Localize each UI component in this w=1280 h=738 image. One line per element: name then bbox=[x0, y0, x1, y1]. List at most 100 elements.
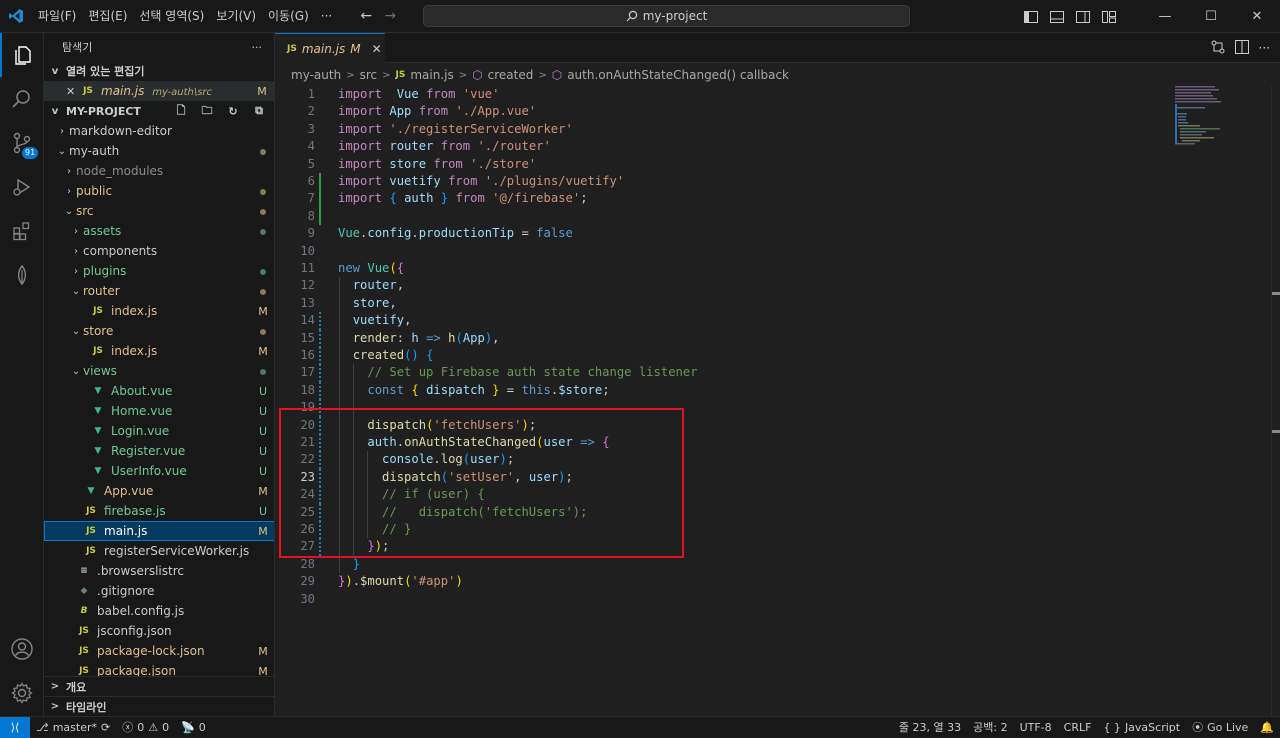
notifications-bell-icon[interactable]: 🔔 bbox=[1254, 721, 1280, 734]
file-item[interactable]: JS jsconfig.json bbox=[44, 621, 274, 641]
code-editor[interactable]: 1 import Vue from 'vue' 2 import App from '… bbox=[275, 86, 1280, 716]
tree-item-label: .gitignore bbox=[97, 584, 155, 598]
toggle-primary-sidebar-icon[interactable] bbox=[1018, 10, 1044, 23]
account-icon[interactable] bbox=[0, 627, 44, 671]
close-window-button[interactable]: ✕ bbox=[1234, 9, 1280, 24]
close-icon[interactable]: ✕ bbox=[372, 42, 382, 56]
menu-item[interactable]: 선택 영역(S) bbox=[133, 0, 210, 33]
command-center[interactable]: my-project bbox=[423, 5, 910, 27]
branch-indicator[interactable]: ⎇ master* ⟳ bbox=[30, 721, 116, 734]
search-icon[interactable] bbox=[0, 77, 44, 121]
breadcrumb-item[interactable]: created bbox=[488, 68, 534, 82]
file-item[interactable]: ▼ Home.vue U bbox=[44, 401, 274, 421]
file-item[interactable]: JS index.js M bbox=[44, 341, 274, 361]
folder-item[interactable]: › node_modules bbox=[44, 161, 274, 181]
collapse-all-icon[interactable]: ⧉ bbox=[248, 104, 270, 118]
ports-indicator[interactable]: 📡 0 bbox=[175, 721, 212, 734]
line-ending[interactable]: CRLF bbox=[1058, 721, 1098, 734]
file-item[interactable]: JS package.json M bbox=[44, 661, 274, 677]
split-editor-icon[interactable] bbox=[1234, 39, 1249, 57]
folder-item[interactable]: › assets bbox=[44, 221, 274, 241]
file-item[interactable]: JS main.js M bbox=[44, 521, 274, 541]
maximize-button[interactable]: ☐ bbox=[1188, 9, 1234, 24]
remote-indicator-icon[interactable]: ⟩⟨ bbox=[0, 716, 30, 738]
language-mode[interactable]: { } JavaScript bbox=[1097, 721, 1186, 734]
refresh-icon[interactable]: ↻ bbox=[222, 105, 244, 118]
close-icon[interactable]: ✕ bbox=[66, 85, 80, 98]
menu-item[interactable]: 파일(F) bbox=[32, 0, 82, 33]
file-item[interactable]: ▼ About.vue U bbox=[44, 381, 274, 401]
modified-dot-icon bbox=[251, 205, 274, 218]
source-control-icon[interactable]: 91 bbox=[0, 121, 44, 165]
outline-header[interactable]: > 개요 bbox=[44, 676, 274, 696]
folder-item[interactable]: ⌄ my-auth bbox=[44, 141, 274, 161]
encoding[interactable]: UTF-8 bbox=[1014, 721, 1058, 734]
breadcrumb-item[interactable]: main.js bbox=[410, 68, 453, 82]
menu-item[interactable]: 편집(E) bbox=[82, 0, 133, 33]
open-editor-item[interactable]: ✕ JS main.js my-auth\src M bbox=[44, 81, 274, 101]
explorer-icon[interactable] bbox=[0, 33, 44, 77]
open-changes-icon[interactable] bbox=[1211, 40, 1225, 57]
toggle-secondary-sidebar-icon[interactable] bbox=[1070, 10, 1096, 23]
git-status: M bbox=[258, 484, 268, 498]
mongodb-leaf-icon[interactable] bbox=[0, 253, 44, 297]
outline-title: 개요 bbox=[66, 680, 87, 694]
customize-layout-icon[interactable] bbox=[1096, 10, 1122, 23]
cursor-position[interactable]: 줄 23, 열 33 bbox=[893, 719, 967, 735]
tab-main-js[interactable]: JS main.js M ✕ bbox=[275, 33, 385, 63]
menu-item[interactable]: 이동(G) bbox=[262, 0, 315, 33]
menu-item[interactable]: 보기(V) bbox=[210, 0, 262, 33]
file-item[interactable]: ▼ UserInfo.vue U bbox=[44, 461, 274, 481]
timeline-header[interactable]: > 타임라인 bbox=[44, 696, 274, 716]
file-item[interactable]: ▼ App.vue M bbox=[44, 481, 274, 501]
breadcrumb-item[interactable]: auth.onAuthStateChanged() callback bbox=[567, 68, 789, 82]
more-actions-icon[interactable]: ··· bbox=[1259, 41, 1270, 55]
project-header[interactable]: v MY-PROJECT 🗋 🗀 ↻ ⧉ bbox=[44, 101, 274, 121]
editor-scrollbar[interactable] bbox=[1270, 86, 1280, 716]
folder-item[interactable]: › markdown-editor bbox=[44, 121, 274, 141]
file-item[interactable]: JS package-lock.json M bbox=[44, 641, 274, 661]
folder-item[interactable]: › plugins bbox=[44, 261, 274, 281]
folder-item[interactable]: ⌄ router bbox=[44, 281, 274, 301]
extensions-icon[interactable] bbox=[0, 209, 44, 253]
line-number: 5 bbox=[307, 156, 315, 171]
new-file-icon[interactable]: 🗋 bbox=[170, 102, 192, 121]
file-item[interactable]: Bbabel.config.js bbox=[44, 601, 274, 621]
back-arrow-icon[interactable]: ← bbox=[354, 8, 378, 24]
forward-arrow-icon[interactable]: → bbox=[378, 8, 402, 24]
explorer-more-icon[interactable]: ··· bbox=[252, 41, 263, 54]
go-live-button[interactable]: ⦿ Go Live bbox=[1186, 719, 1254, 735]
toggle-panel-icon[interactable] bbox=[1044, 10, 1070, 23]
indentation[interactable]: 공백: 2 bbox=[967, 719, 1013, 735]
breadcrumb-item[interactable]: src bbox=[360, 68, 378, 82]
settings-gear-icon[interactable] bbox=[0, 671, 44, 715]
minimize-button[interactable]: — bbox=[1142, 9, 1188, 24]
folder-item[interactable]: ⌄ src bbox=[44, 201, 274, 221]
folder-item[interactable]: › public bbox=[44, 181, 274, 201]
minimap[interactable] bbox=[1175, 86, 1270, 146]
folder-item[interactable]: › components bbox=[44, 241, 274, 261]
new-folder-icon[interactable]: 🗀 bbox=[196, 102, 218, 121]
run-debug-icon[interactable] bbox=[0, 165, 44, 209]
folder-item[interactable]: ⌄ store bbox=[44, 321, 274, 341]
file-item[interactable]: JS firebase.js U bbox=[44, 501, 274, 521]
git-gutter-marker bbox=[319, 207, 321, 226]
code-text: import './registerServiceWorker' bbox=[338, 121, 573, 136]
file-item[interactable]: ▼ Login.vue U bbox=[44, 421, 274, 441]
ports-count: 0 bbox=[198, 720, 206, 734]
file-item[interactable]: JS registerServiceWorker.js bbox=[44, 541, 274, 561]
folder-item[interactable]: ⌄ views bbox=[44, 361, 274, 381]
file-item[interactable]: ▼ Register.vue U bbox=[44, 441, 274, 461]
status-bar: ⟩⟨ ⎇ master* ⟳ ⓧ 0 ⚠ 0 📡 0 줄 23, 열 33 공백… bbox=[0, 716, 1280, 738]
file-item[interactable]: ◆ .gitignore bbox=[44, 581, 274, 601]
chevron-right-icon: › bbox=[74, 245, 78, 257]
tree-item-label: node_modules bbox=[76, 164, 164, 178]
git-status: M bbox=[258, 304, 268, 318]
file-item[interactable]: JS index.js M bbox=[44, 301, 274, 321]
file-item[interactable]: ≡ .browserslistrc bbox=[44, 561, 274, 581]
menu-item[interactable]: ··· bbox=[315, 0, 338, 33]
breadcrumb-item[interactable]: my-auth bbox=[291, 68, 341, 82]
problems-indicator[interactable]: ⓧ 0 ⚠ 0 bbox=[116, 719, 175, 735]
open-editors-header[interactable]: v 열려 있는 편집기 bbox=[44, 61, 274, 81]
tree-item-label: .browserslistrc bbox=[97, 564, 184, 578]
